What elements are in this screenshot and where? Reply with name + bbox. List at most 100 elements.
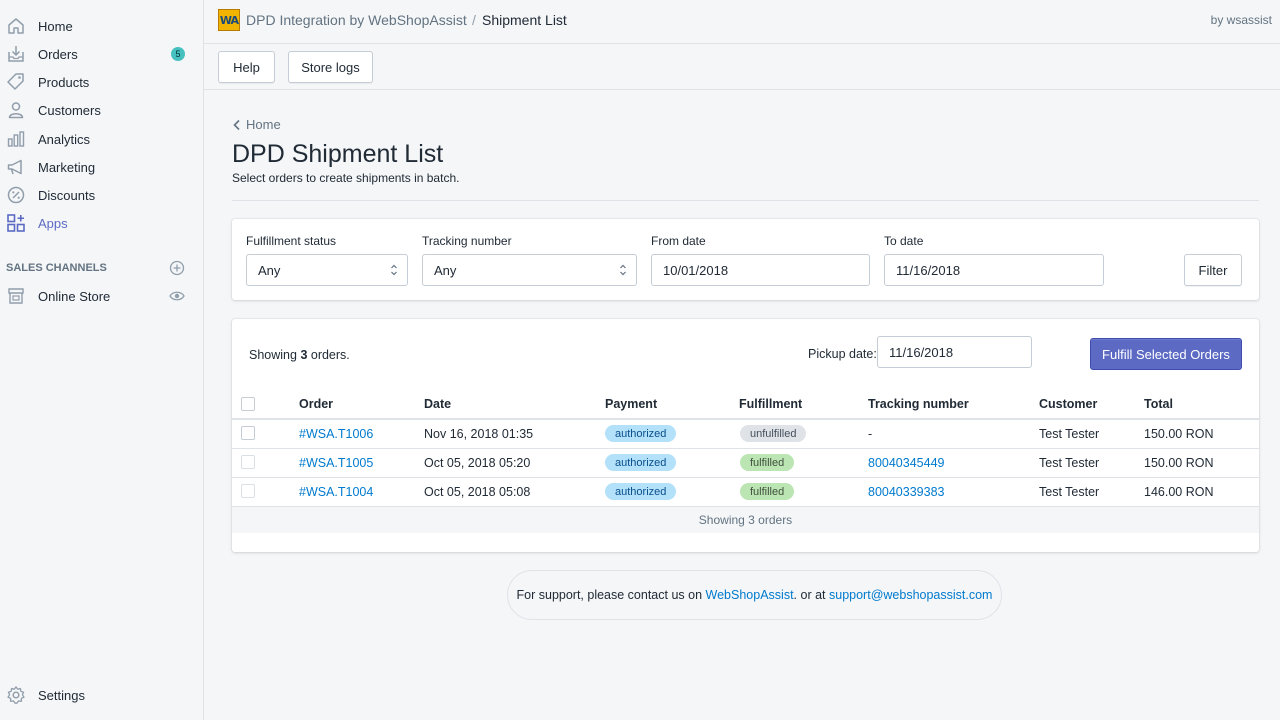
select-arrows-icon [620, 264, 626, 276]
orders-card: Showing 3 orders. Pickup date: 11/16/201… [232, 319, 1259, 552]
sidebar-item-online-store[interactable]: Online Store [0, 283, 203, 309]
row-checkbox[interactable] [241, 426, 255, 440]
customer-name: Test Tester [1039, 456, 1100, 470]
support-footer: For support, please contact us on WebSho… [507, 570, 1002, 620]
sidebar-item-products[interactable]: Products [0, 69, 203, 95]
column-header-tracking[interactable]: Tracking number [868, 397, 969, 411]
breadcrumb-current: Shipment List [482, 12, 567, 28]
filter-button[interactable]: Filter [1184, 254, 1242, 286]
eye-icon[interactable] [169, 288, 185, 304]
orders-count-badge: 5 [171, 47, 185, 61]
order-total: 150.00 RON [1144, 427, 1214, 441]
home-icon [6, 16, 26, 36]
sidebar-item-label: Customers [38, 102, 101, 118]
order-date: Nov 16, 2018 01:35 [424, 427, 534, 441]
support-middle: . or at [793, 588, 826, 602]
page-subtitle: Select orders to create shipments in bat… [232, 171, 460, 185]
sidebar-item-label: Analytics [38, 131, 91, 147]
main-content: Home DPD Shipment List Select orders to … [204, 90, 1280, 720]
showing-count-text: Showing 3 orders. [249, 348, 350, 362]
fulfillment-badge: fulfilled [740, 483, 795, 500]
payment-badge: authorized [605, 454, 677, 471]
row-checkbox[interactable] [241, 484, 255, 498]
pickup-date-label: Pickup date: [808, 347, 877, 361]
from-date-input[interactable]: 10/01/2018 [651, 254, 870, 286]
tracking-number-value: Any [434, 262, 457, 278]
column-header-order[interactable]: Order [299, 397, 333, 411]
tracking-number-label: Tracking number [422, 234, 512, 248]
pickup-date-input[interactable]: 11/16/2018 [877, 336, 1032, 368]
sidebar-item-label: Online Store [38, 288, 111, 304]
sidebar-item-orders[interactable]: Orders 5 [0, 41, 203, 67]
help-button[interactable]: Help [218, 51, 275, 83]
webshopassist-link[interactable]: WebShopAssist [706, 588, 794, 602]
gear-icon [6, 685, 26, 705]
store-icon [6, 286, 26, 306]
customer-name: Test Tester [1039, 485, 1100, 499]
fulfillment-status-value: Any [258, 262, 281, 278]
column-header-total[interactable]: Total [1144, 397, 1173, 411]
select-arrows-icon [391, 264, 397, 276]
column-header-payment[interactable]: Payment [605, 397, 657, 411]
megaphone-icon [6, 157, 26, 177]
showing-suffix: orders. [307, 348, 350, 362]
column-header-customer[interactable]: Customer [1039, 397, 1097, 411]
select-all-checkbox[interactable] [241, 397, 255, 411]
back-link[interactable]: Home [232, 117, 281, 132]
app-logo: WA [218, 9, 240, 31]
pickup-date-value: 11/16/2018 [889, 344, 954, 360]
showing-prefix: Showing [249, 348, 301, 362]
sidebar-item-marketing[interactable]: Marketing [0, 154, 203, 180]
tracking-number-link[interactable]: 80040345449 [868, 456, 944, 470]
order-date: Oct 05, 2018 05:20 [424, 456, 531, 470]
payment-badge: authorized [605, 483, 677, 500]
from-date-label: From date [651, 234, 706, 248]
add-channel-icon[interactable] [169, 260, 185, 276]
order-link[interactable]: #WSA.T1006 [299, 427, 373, 441]
orders-icon [6, 44, 26, 64]
table-row[interactable]: #WSA.T1005 Oct 05, 2018 05:20 authorized… [232, 449, 1259, 478]
action-bar: Help Store logs [204, 44, 1280, 90]
sidebar-item-discounts[interactable]: Discounts [0, 182, 203, 208]
order-total: 150.00 RON [1144, 456, 1214, 470]
order-link[interactable]: #WSA.T1005 [299, 456, 373, 470]
row-checkbox[interactable] [241, 455, 255, 469]
sidebar: Home Orders 5 Products Customers Analyti… [0, 0, 204, 720]
tag-icon [6, 72, 26, 92]
tracking-number-link[interactable]: 80040339383 [868, 485, 944, 499]
sidebar-item-settings[interactable]: Settings [0, 682, 203, 708]
fulfillment-badge: fulfilled [740, 454, 795, 471]
app-title-link[interactable]: DPD Integration by WebShopAssist [246, 12, 467, 28]
sidebar-item-analytics[interactable]: Analytics [0, 126, 203, 152]
tracking-number-select[interactable]: Any [422, 254, 637, 286]
to-date-input[interactable]: 11/16/2018 [884, 254, 1104, 286]
order-total: 146.00 RON [1144, 485, 1214, 499]
divider [232, 200, 1259, 201]
sidebar-item-label: Marketing [38, 159, 96, 175]
person-icon [6, 100, 26, 120]
bar-chart-icon [6, 129, 26, 149]
sidebar-item-apps[interactable]: Apps [0, 210, 203, 236]
discount-icon [6, 185, 26, 205]
table-row[interactable]: #WSA.T1006 Nov 16, 2018 01:35 authorized… [232, 420, 1259, 449]
app-header: WA DPD Integration by WebShopAssist / Sh… [204, 0, 1280, 44]
support-email-link[interactable]: support@webshopassist.com [829, 588, 992, 602]
fulfill-selected-orders-button[interactable]: Fulfill Selected Orders [1090, 338, 1242, 370]
tracking-number: - [868, 427, 873, 441]
column-header-fulfillment[interactable]: Fulfillment [739, 397, 802, 411]
sidebar-item-home[interactable]: Home [0, 13, 203, 39]
store-logs-button[interactable]: Store logs [288, 51, 373, 83]
table-row[interactable]: #WSA.T1004 Oct 05, 2018 05:08 authorized… [232, 478, 1259, 507]
back-link-label: Home [246, 117, 281, 132]
sidebar-item-label: Settings [38, 687, 85, 703]
column-header-date[interactable]: Date [424, 397, 451, 411]
app-author: by wsassist [1210, 13, 1272, 27]
fulfillment-status-select[interactable]: Any [246, 254, 408, 286]
table-footer: Showing 3 orders [232, 507, 1259, 533]
sidebar-item-customers[interactable]: Customers [0, 97, 203, 123]
page-title: DPD Shipment List [232, 140, 444, 168]
fulfillment-badge: unfulfilled [740, 425, 807, 442]
filter-card: Fulfillment status Any Tracking number A… [232, 219, 1259, 300]
sidebar-item-label: Apps [38, 215, 68, 231]
order-link[interactable]: #WSA.T1004 [299, 485, 373, 499]
